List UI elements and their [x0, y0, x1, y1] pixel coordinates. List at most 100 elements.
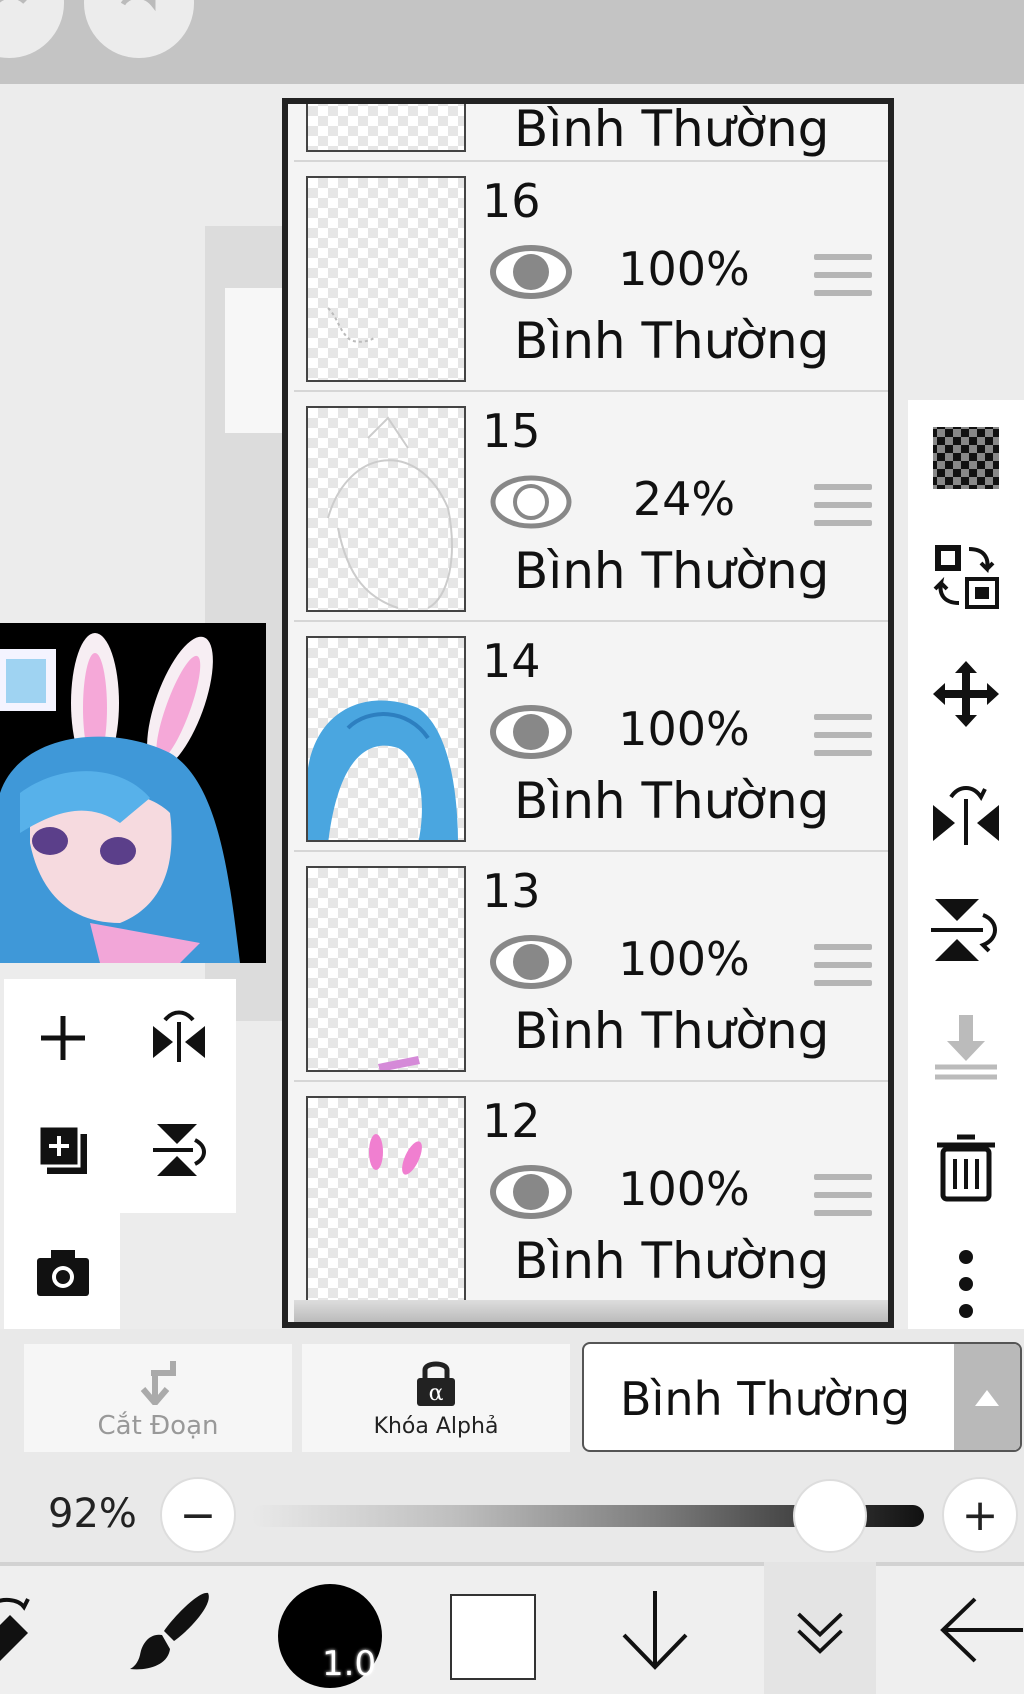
- double-chevron-down-icon: [797, 1612, 843, 1654]
- opacity-slider-knob[interactable]: [793, 1479, 868, 1553]
- canvas-preview[interactable]: [0, 623, 266, 963]
- swap-layer-button[interactable]: [916, 526, 1016, 626]
- delete-layer-button[interactable]: [916, 1116, 1016, 1216]
- artwork-image: [0, 633, 240, 963]
- more-options-button[interactable]: [916, 1234, 1016, 1334]
- layer-row[interactable]: 15 24% Bình Thường: [294, 394, 888, 622]
- layer-blend-mode: Bình Thường: [514, 1232, 830, 1290]
- camera-button[interactable]: [18, 1227, 108, 1317]
- merge-down-icon: [935, 1015, 997, 1080]
- layer-opacity: 100%: [618, 1162, 750, 1216]
- opacity-decrease-button[interactable]: −: [160, 1477, 236, 1553]
- move-icon: [933, 661, 999, 727]
- layer-thumbnail: [306, 866, 466, 1072]
- bottom-toolbar: 1.0: [0, 1562, 1024, 1694]
- minus-icon: −: [179, 1489, 217, 1541]
- plus-icon: +: [961, 1489, 999, 1541]
- flip-vertical-button[interactable]: [134, 1105, 224, 1195]
- layer-blend-mode: Bình Thường: [514, 1002, 830, 1060]
- flip-vertical-icon: [153, 1124, 206, 1176]
- layer-thumbnail: [306, 406, 466, 612]
- left-tool-panel-camera: [4, 1213, 120, 1329]
- layer-row[interactable]: 12 100% Bình Thường: [294, 1084, 888, 1312]
- clipping-label: Cắt Đoạn: [97, 1411, 219, 1441]
- dropdown-arrow-icon[interactable]: [954, 1344, 1020, 1450]
- flip-vertical-layer-button[interactable]: [916, 880, 1016, 980]
- layer-opacity: 100%: [618, 932, 750, 986]
- arrow-down-icon: [622, 1591, 688, 1670]
- left-tool-panel: [4, 979, 236, 1213]
- layers-panel: Bình Thường 16 100% Bình Thường 15 24% B…: [282, 98, 894, 1328]
- layer-opacity-value: 92%: [48, 1491, 137, 1537]
- layer-row[interactable]: 13 100% Bình Thường: [294, 854, 888, 1082]
- drag-handle-icon[interactable]: [814, 1174, 872, 1218]
- visibility-eye-icon[interactable]: [490, 1164, 572, 1220]
- visibility-eye-icon[interactable]: [490, 934, 572, 990]
- undo-icon: [0, 0, 27, 4]
- layer-row[interactable]: 14 100% Bình Thường: [294, 624, 888, 852]
- collapse-panel-button[interactable]: [764, 1562, 876, 1694]
- blend-mode-value: Bình Thường: [620, 1372, 911, 1426]
- visibility-eye-icon[interactable]: [490, 244, 572, 300]
- eraser-swap-icon: [0, 1598, 30, 1661]
- drag-handle-icon[interactable]: [814, 254, 872, 298]
- flip-vertical-icon: [931, 899, 997, 961]
- layer-row[interactable]: Bình Thường: [294, 104, 888, 162]
- alpha-lock-label: Khóa Alphả: [373, 1413, 499, 1439]
- transparent-background-button[interactable]: [916, 408, 1016, 508]
- more-vertical-icon: [959, 1250, 973, 1318]
- layer-number: 12: [482, 1094, 541, 1148]
- top-bar: [0, 0, 1024, 84]
- layer-thumbnail: [306, 176, 466, 382]
- blend-mode-select[interactable]: Bình Thường: [582, 1342, 1022, 1452]
- clipping-button[interactable]: Cắt Đoạn: [24, 1344, 292, 1452]
- add-copy-layer-button[interactable]: [18, 1105, 108, 1195]
- layers-panel-footer: [294, 1300, 888, 1322]
- layer-row[interactable]: 16 100% Bình Thường: [294, 164, 888, 392]
- layer-down-button[interactable]: [610, 1566, 700, 1694]
- swap-layer-icon: [933, 545, 999, 609]
- trash-icon: [937, 1134, 995, 1202]
- layer-opacity: 100%: [618, 242, 750, 296]
- layer-blend-mode: Bình Thường: [514, 100, 830, 158]
- drag-handle-icon[interactable]: [814, 714, 872, 758]
- add-layer-copy-icon: [37, 1124, 87, 1174]
- transform-tool-button[interactable]: [0, 1566, 60, 1694]
- layer-opacity: 24%: [632, 472, 736, 526]
- layer-properties-panel: Cắt Đoạn α Khóa Alphả Bình Thường 92% − …: [0, 1329, 1024, 1562]
- layer-thumbnail: [306, 1096, 466, 1302]
- layer-opacity: 100%: [618, 702, 750, 756]
- undo-button[interactable]: [0, 0, 64, 58]
- brush-icon: [130, 1592, 209, 1670]
- drag-handle-icon[interactable]: [814, 944, 872, 988]
- layer-blend-mode: Bình Thường: [514, 312, 830, 370]
- move-button[interactable]: [916, 644, 1016, 744]
- layer-thumbnail: [306, 104, 466, 152]
- back-button[interactable]: [930, 1566, 1024, 1694]
- camera-icon: [37, 1250, 89, 1296]
- flip-horizontal-button[interactable]: [134, 993, 224, 1083]
- layer-blend-mode: Bình Thường: [514, 772, 830, 830]
- right-toolbar: [908, 400, 1024, 1329]
- brush-size-value: 1.0: [322, 1644, 377, 1684]
- alpha-lock-button[interactable]: α Khóa Alphả: [302, 1344, 570, 1452]
- color-picker-button[interactable]: [450, 1594, 536, 1680]
- merge-down-button[interactable]: [916, 998, 1016, 1098]
- visibility-eye-icon[interactable]: [490, 704, 572, 760]
- alpha-lock-icon: α: [417, 1361, 455, 1406]
- checkerboard-icon: [933, 427, 999, 489]
- brush-tool-button[interactable]: [118, 1566, 228, 1694]
- redo-button[interactable]: [84, 0, 194, 58]
- arrow-left-icon: [940, 1597, 1023, 1663]
- flip-horizontal-icon: [933, 786, 999, 845]
- add-layer-button[interactable]: [18, 993, 108, 1083]
- drag-handle-icon[interactable]: [814, 484, 872, 528]
- opacity-increase-button[interactable]: +: [942, 1477, 1018, 1553]
- layer-thumbnail: [306, 636, 466, 842]
- visibility-eye-off-icon[interactable]: [490, 474, 572, 530]
- flip-horizontal-icon: [153, 1010, 205, 1062]
- flip-horizontal-layer-button[interactable]: [916, 762, 1016, 862]
- canvas-document-thumbnail: [225, 288, 285, 433]
- redo-icon: [120, 0, 156, 12]
- brush-size-button[interactable]: 1.0: [278, 1584, 382, 1688]
